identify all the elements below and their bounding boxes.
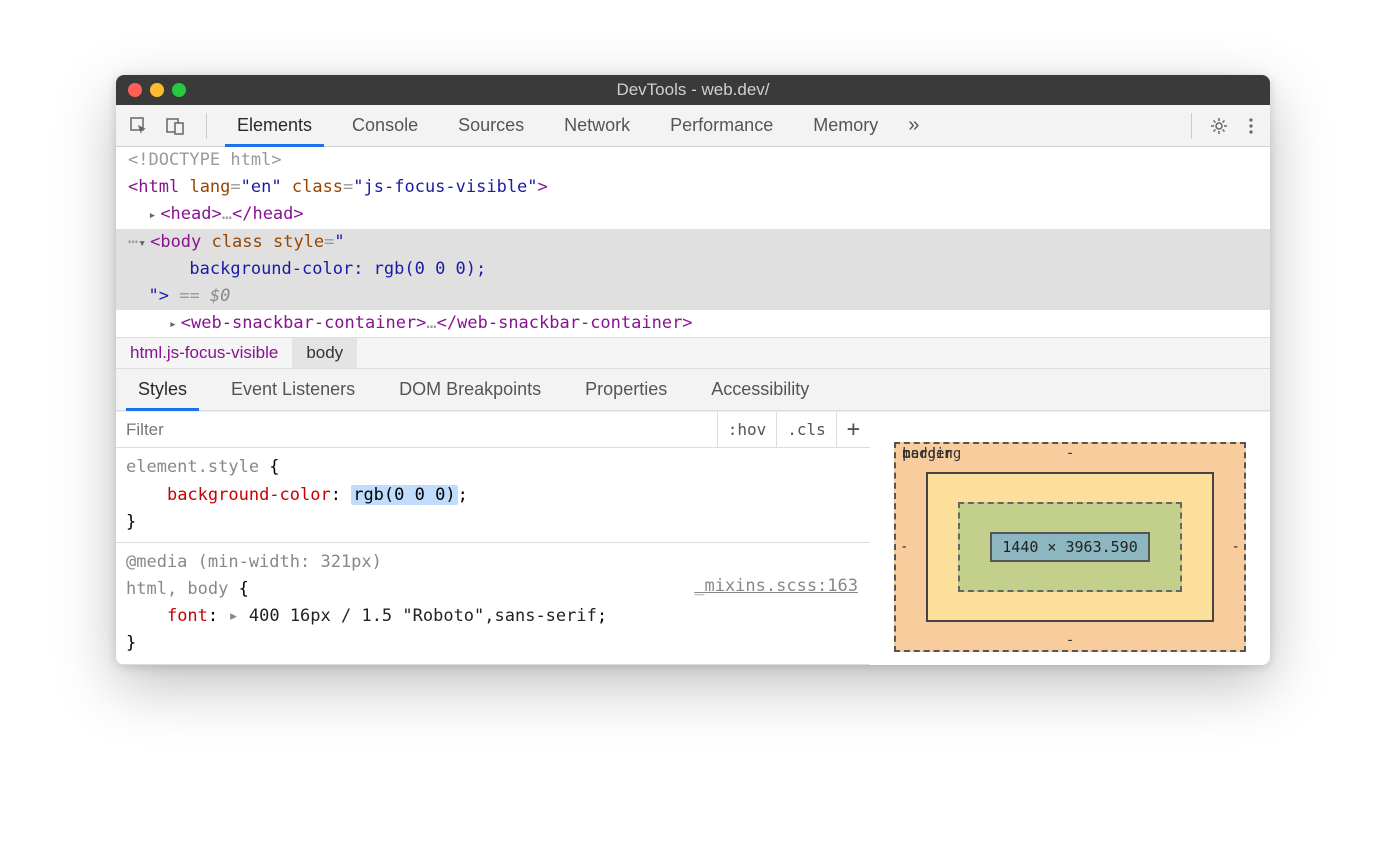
styles-panel: :hov .cls + element.style { background-c… bbox=[116, 411, 1270, 664]
expand-icon[interactable]: ▸ bbox=[228, 606, 248, 626]
css-property[interactable]: background-color bbox=[167, 485, 331, 505]
breadcrumb-item-selected[interactable]: body bbox=[292, 338, 357, 368]
box-model-padding[interactable]: padding - - - - 1440 × 3963.590 bbox=[958, 502, 1181, 592]
inspect-icon[interactable] bbox=[128, 115, 150, 137]
breadcrumb-item[interactable]: html.js-focus-visible bbox=[116, 338, 292, 368]
main-toolbar: Elements Console Sources Network Perform… bbox=[116, 105, 1270, 147]
separator bbox=[1191, 113, 1192, 139]
tab-sources[interactable]: Sources bbox=[438, 105, 544, 146]
titlebar: DevTools - web.dev/ bbox=[116, 75, 1270, 105]
dom-selected-body-node[interactable]: ⋯<body class style=" background-color: r… bbox=[116, 229, 1270, 311]
subtab-styles[interactable]: Styles bbox=[116, 369, 209, 410]
dom-html-node[interactable]: <html lang="en" class="js-focus-visible"… bbox=[116, 174, 1270, 201]
filter-row: :hov .cls + bbox=[116, 412, 870, 448]
filter-input[interactable] bbox=[116, 420, 717, 440]
traffic-lights bbox=[128, 83, 186, 97]
breadcrumb: html.js-focus-visible body bbox=[116, 337, 1270, 369]
dollar-zero: $0 bbox=[210, 286, 230, 306]
subtab-event-listeners[interactable]: Event Listeners bbox=[209, 369, 377, 410]
gear-icon[interactable] bbox=[1208, 115, 1230, 137]
css-value-selected[interactable]: rgb(0 0 0) bbox=[351, 485, 457, 505]
css-value[interactable]: 400 16px / 1.5 "Roboto",sans-serif bbox=[249, 606, 597, 626]
dom-snackbar-node[interactable]: <web-snackbar-container>…</web-snackbar-… bbox=[116, 310, 1270, 337]
dom-tree[interactable]: <!DOCTYPE html> <html lang="en" class="j… bbox=[116, 147, 1270, 337]
more-tabs-button[interactable]: » bbox=[898, 105, 929, 146]
tab-performance[interactable]: Performance bbox=[650, 105, 793, 146]
box-model-border[interactable]: border - - - - padding - - - - 1440 × 39… bbox=[926, 472, 1213, 622]
separator bbox=[206, 113, 207, 139]
minimize-button[interactable] bbox=[150, 83, 164, 97]
subtab-dom-breakpoints[interactable]: DOM Breakpoints bbox=[377, 369, 563, 410]
dom-head-node[interactable]: <head>…</head> bbox=[116, 201, 1270, 228]
box-model-content[interactable]: 1440 × 3963.590 bbox=[990, 532, 1149, 562]
dom-doctype[interactable]: <!DOCTYPE html> bbox=[128, 150, 282, 170]
box-model-pane: margin - - - - border - - - - padding - bbox=[870, 412, 1270, 664]
box-model-margin[interactable]: margin - - - - border - - - - padding - bbox=[894, 442, 1245, 652]
cls-toggle[interactable]: .cls bbox=[776, 412, 836, 447]
subtab-properties[interactable]: Properties bbox=[563, 369, 689, 410]
tab-memory[interactable]: Memory bbox=[793, 105, 898, 146]
style-rule-element[interactable]: element.style { background-color: rgb(0 … bbox=[116, 448, 870, 543]
style-rule-media[interactable]: @media (min-width: 321px) html, body { _… bbox=[116, 543, 870, 665]
tab-elements[interactable]: Elements bbox=[217, 105, 332, 146]
subtab-accessibility[interactable]: Accessibility bbox=[689, 369, 831, 410]
hov-toggle[interactable]: :hov bbox=[717, 412, 777, 447]
panel-tabs: Elements Console Sources Network Perform… bbox=[217, 105, 929, 146]
rule-source-link[interactable]: _mixins.scss:163 bbox=[694, 573, 858, 600]
kebab-menu-icon[interactable] bbox=[1240, 115, 1262, 137]
maximize-button[interactable] bbox=[172, 83, 186, 97]
window-title: DevTools - web.dev/ bbox=[116, 80, 1270, 100]
close-button[interactable] bbox=[128, 83, 142, 97]
styles-subtabs: Styles Event Listeners DOM Breakpoints P… bbox=[116, 369, 1270, 411]
css-property[interactable]: font bbox=[167, 606, 208, 626]
new-rule-button[interactable]: + bbox=[836, 412, 870, 447]
device-toggle-icon[interactable] bbox=[164, 115, 186, 137]
tab-network[interactable]: Network bbox=[544, 105, 650, 146]
devtools-window: DevTools - web.dev/ Elements Console Sou… bbox=[116, 75, 1270, 665]
tab-console[interactable]: Console bbox=[332, 105, 438, 146]
